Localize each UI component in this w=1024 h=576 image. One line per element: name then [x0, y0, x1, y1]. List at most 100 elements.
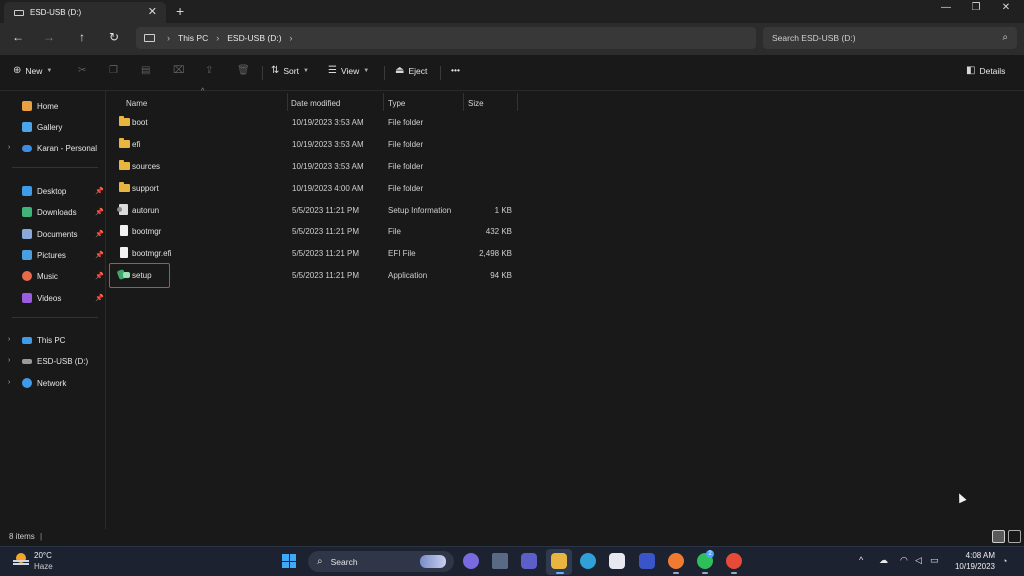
store-icon[interactable] [609, 553, 625, 569]
weather-condition[interactable]: Haze [34, 562, 53, 571]
refresh-button[interactable]: ↻ [106, 30, 122, 44]
back-button[interactable]: ← [10, 30, 26, 44]
file-row-boot[interactable]: boot 10/19/2023 3:53 AM File folder [110, 112, 520, 132]
file-row-bootmgr-efi[interactable]: bootmgr.efi 5/5/2023 11:21 PM EFI File 2… [110, 243, 520, 263]
sidebar-item-music[interactable]: Music [22, 267, 58, 285]
weather-temperature[interactable]: 20°C [34, 551, 52, 560]
chevron-right-icon[interactable]: › [8, 336, 10, 343]
tab-esd-usb[interactable]: ESD-USB (D:) ✕ [4, 2, 166, 23]
tiles-view-button[interactable] [1008, 530, 1021, 543]
close-button[interactable]: ✕ [991, 2, 1021, 13]
column-header-name[interactable]: Name [126, 99, 147, 108]
task-view-icon[interactable] [492, 553, 508, 569]
sort-button[interactable]: ⇅ Sort ▼ [271, 65, 309, 76]
view-button[interactable]: ☰ View ▼ [328, 65, 369, 76]
wifi-icon[interactable]: ◠ [900, 555, 908, 566]
column-header-type[interactable]: Type [388, 99, 405, 108]
firefox-icon[interactable] [668, 553, 684, 569]
clock-time[interactable]: 4:08 AM [953, 551, 995, 560]
cut-button[interactable]: ✂ [78, 65, 90, 76]
breadcrumb-esd-usb[interactable]: ESD-USB (D:) [227, 33, 281, 43]
sidebar-item-onedrive[interactable]: Karan - Personal [22, 139, 97, 157]
more-options-button[interactable]: ••• [451, 65, 460, 75]
sidebar-item-esd-usb[interactable]: ESD-USB (D:) [22, 352, 88, 370]
sidebar-item-pictures[interactable]: Pictures [22, 246, 66, 264]
delete-button[interactable]: 🗑 [237, 65, 254, 76]
sidebar-item-downloads[interactable]: Downloads [22, 203, 77, 221]
file-row-autorun[interactable]: autorun 5/5/2023 11:21 PM Setup Informat… [110, 200, 520, 220]
file-explorer-icon[interactable] [551, 553, 567, 569]
notifications-icon[interactable]: ◔ [1002, 556, 1007, 566]
sidebar-item-videos[interactable]: Videos [22, 289, 61, 307]
file-name: autorun [132, 206, 160, 215]
tab-close-button[interactable]: ✕ [148, 5, 157, 18]
column-divider[interactable] [517, 93, 518, 111]
volume-icon[interactable]: ◁ [915, 555, 922, 566]
pin-icon[interactable]: 📌 [95, 272, 104, 280]
sidebar-item-documents[interactable]: Documents [22, 225, 77, 243]
sidebar-item-gallery[interactable]: Gallery [22, 118, 62, 136]
forward-button[interactable]: → [41, 30, 57, 44]
clipboard-icon: ▤ [141, 65, 151, 76]
up-button[interactable]: ↑ [74, 30, 90, 44]
edge-icon[interactable] [580, 553, 596, 569]
sidebar-item-network[interactable]: Network [22, 374, 66, 392]
details-label: Details [979, 65, 1006, 76]
teams-icon[interactable] [521, 553, 537, 569]
breadcrumb-this-pc[interactable]: This PC [178, 33, 208, 43]
cloud-sync-icon[interactable]: ☁ [879, 555, 888, 566]
column-divider[interactable] [287, 93, 288, 111]
share-button[interactable]: ⇪ [205, 65, 217, 76]
new-button[interactable]: ⊕ New ▼ [13, 65, 52, 76]
taskbar-search[interactable]: ⌕ Search [308, 551, 454, 572]
sidebar-item-this-pc[interactable]: This PC [22, 331, 65, 349]
pin-icon[interactable]: 📌 [95, 251, 104, 259]
chevron-right-icon[interactable]: › [8, 357, 10, 364]
weather-haze-icon[interactable] [13, 552, 29, 566]
running-indicator [673, 572, 679, 574]
battery-icon[interactable]: ▭ [930, 555, 939, 566]
paste-button[interactable]: ▤ [141, 65, 154, 76]
column-header-date[interactable]: Date modified [291, 99, 340, 108]
search-input[interactable]: Search ESD-USB (D:) ⌕ [763, 27, 1017, 49]
rename-button[interactable]: ⌧ [173, 65, 189, 76]
chevron-right-icon[interactable]: › [8, 144, 10, 151]
details-button[interactable]: ◧ Details [966, 65, 1005, 76]
chevron-down-icon: ▼ [302, 67, 309, 74]
view-icon: ☰ [328, 65, 337, 76]
file-date: 5/5/2023 11:21 PM [292, 206, 360, 215]
copy-button[interactable]: ❐ [109, 65, 122, 76]
pin-icon[interactable]: 📌 [95, 230, 104, 238]
app-icon[interactable] [639, 553, 655, 569]
maximize-button[interactable]: ❐ [961, 2, 991, 13]
file-name: support [132, 184, 159, 193]
pin-icon[interactable]: 📌 [95, 187, 104, 195]
search-highlight-icon [420, 555, 446, 568]
pin-icon[interactable]: 📌 [95, 294, 104, 302]
file-row-bootmgr[interactable]: bootmgr 5/5/2023 11:21 PM File 432 KB [110, 221, 520, 241]
details-view-button[interactable] [992, 530, 1005, 543]
pin-icon[interactable]: 📌 [95, 208, 104, 216]
new-tab-button[interactable]: + [176, 3, 184, 19]
eject-button[interactable]: ⏏ Eject [395, 65, 427, 76]
file-row-support[interactable]: support 10/19/2023 4:00 AM File folder [110, 178, 520, 198]
running-indicator [702, 572, 708, 574]
column-divider[interactable] [383, 93, 384, 111]
column-divider[interactable] [463, 93, 464, 111]
column-header-size[interactable]: Size [468, 99, 484, 108]
copilot-icon[interactable] [463, 553, 479, 569]
sidebar-item-home[interactable]: Home [22, 97, 58, 115]
address-bar[interactable]: › This PC › ESD-USB (D:) › [136, 27, 756, 49]
start-button[interactable] [282, 554, 296, 568]
chevron-right-icon[interactable]: › [8, 379, 10, 386]
clock-date[interactable]: 10/19/2023 [947, 562, 995, 571]
chrome-icon[interactable] [726, 553, 742, 569]
file-row-efi[interactable]: efi 10/19/2023 3:53 AM File folder [110, 134, 520, 154]
chevron-up-icon[interactable]: ^ [859, 555, 863, 565]
divider [440, 66, 441, 80]
file-row-sources[interactable]: sources 10/19/2023 3:53 AM File folder [110, 156, 520, 176]
file-row-setup[interactable]: setup 5/5/2023 11:21 PM Application 94 K… [110, 265, 520, 285]
sidebar-item-desktop[interactable]: Desktop [22, 182, 66, 200]
minimize-button[interactable]: — [931, 2, 961, 13]
divider [12, 317, 98, 318]
